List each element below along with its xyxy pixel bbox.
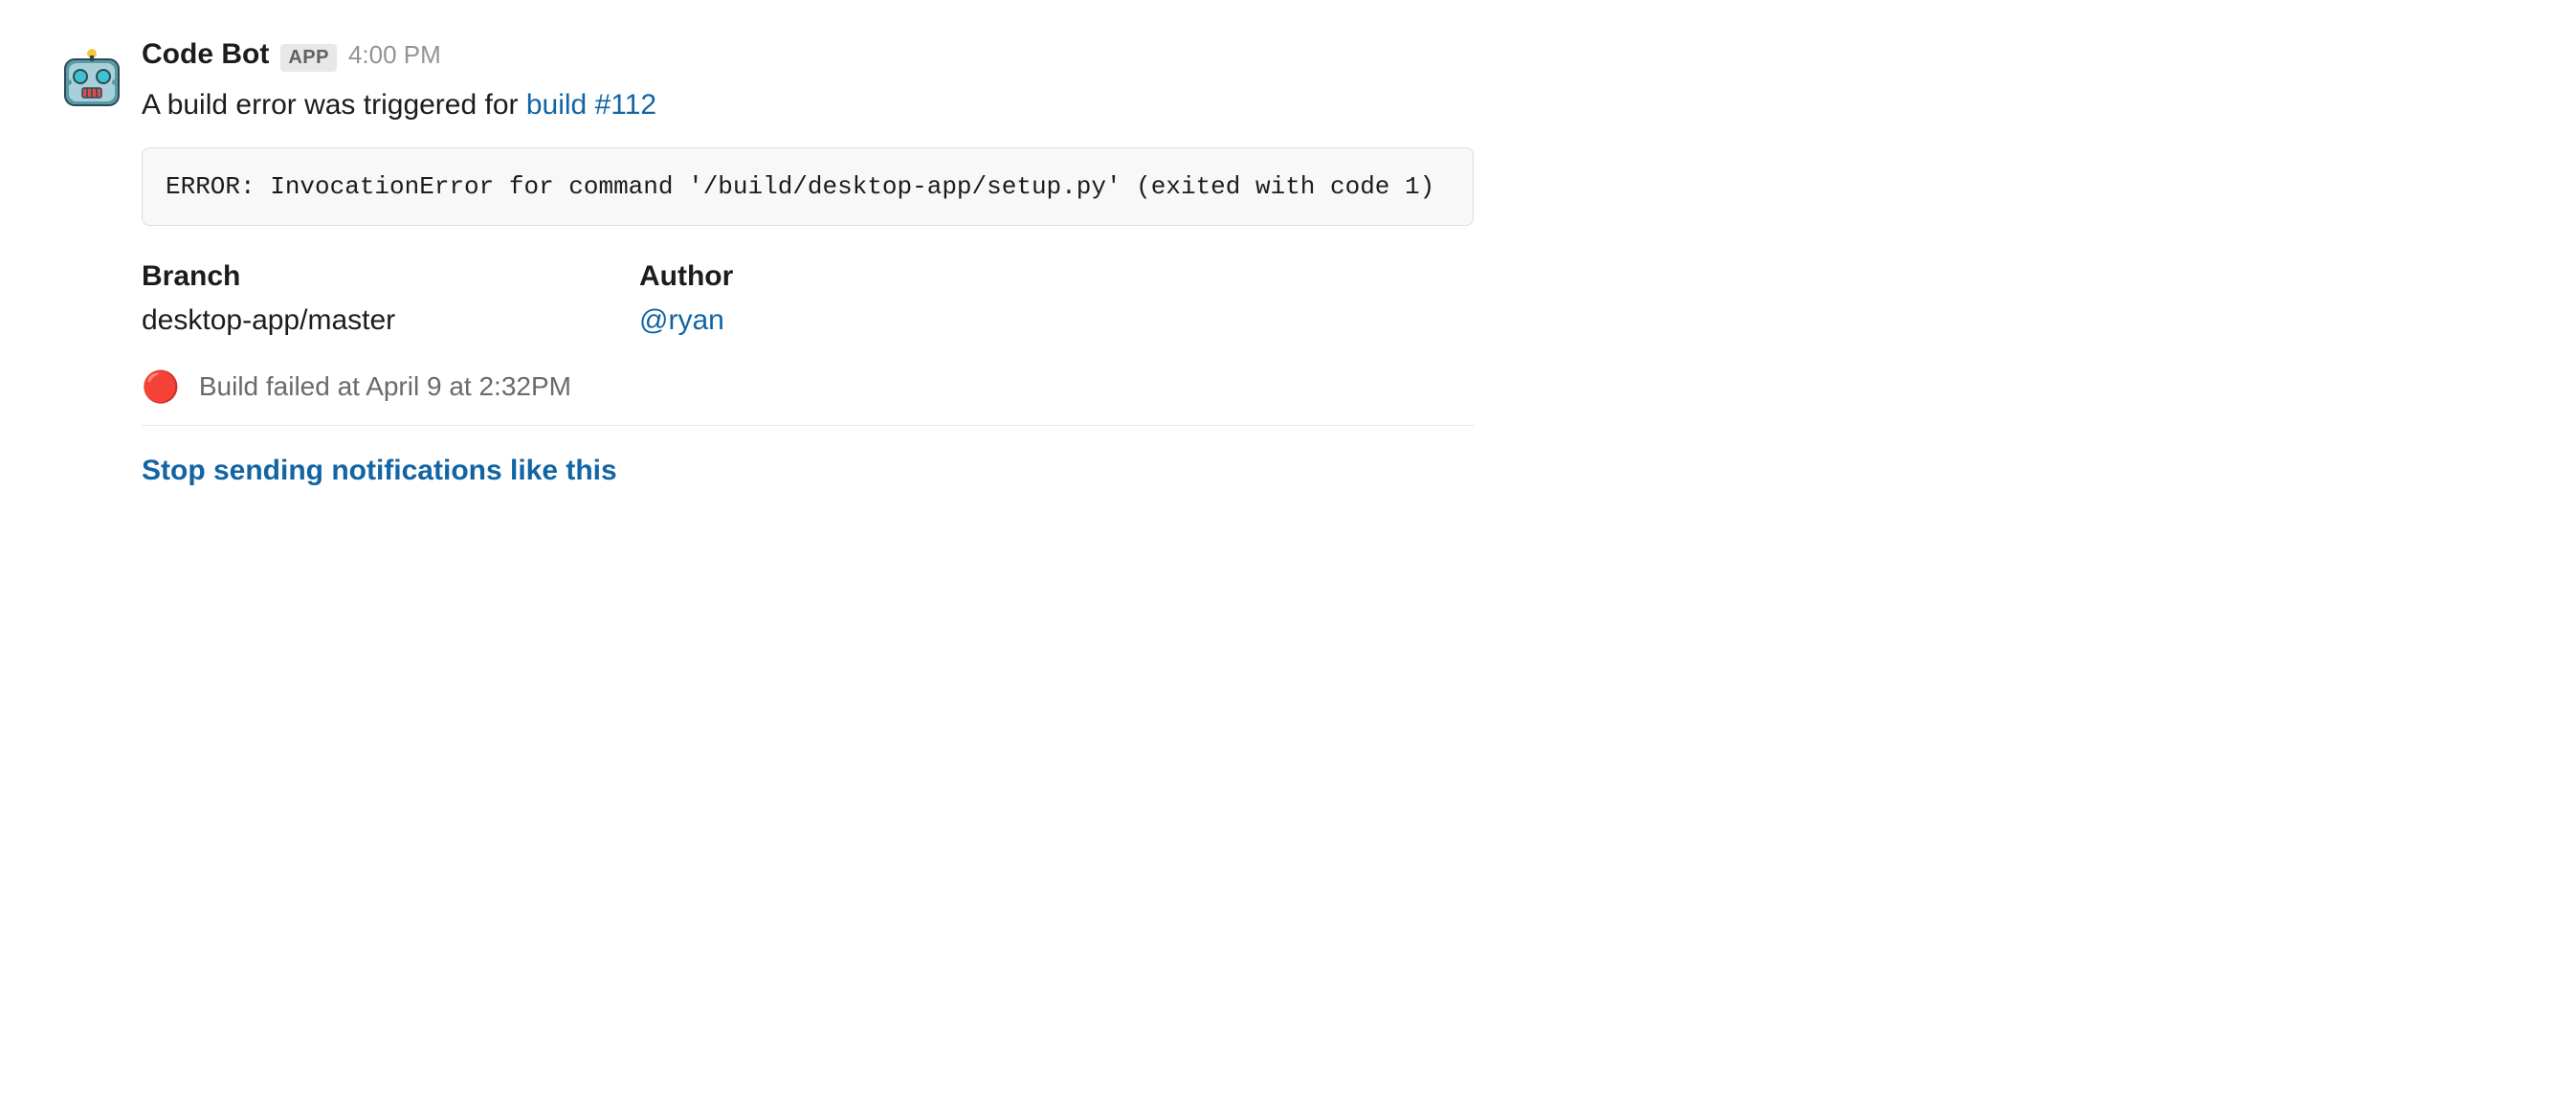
- build-link[interactable]: build #112: [526, 89, 656, 121]
- field-branch-value: desktop-app/master: [142, 304, 563, 337]
- red-circle-icon: 🔴: [142, 371, 180, 402]
- field-branch: Branch desktop-app/master: [142, 260, 563, 337]
- sender-avatar[interactable]: [57, 44, 126, 113]
- message-timestamp[interactable]: 4:00 PM: [348, 40, 441, 70]
- stop-notifications-link[interactable]: Stop sending notifications like this: [142, 455, 617, 486]
- fields-section: Branch desktop-app/master Author @ryan: [142, 260, 1474, 337]
- author-mention-link[interactable]: @ryan: [639, 304, 724, 336]
- status-line: 🔴 Build failed at April 9 at 2:32PM: [142, 371, 1474, 402]
- field-author: Author @ryan: [639, 260, 1060, 337]
- status-text: Build failed at April 9 at 2:32PM: [199, 371, 571, 402]
- message-header: Code Bot APP 4:00 PM: [142, 38, 1474, 72]
- sender-name[interactable]: Code Bot: [142, 38, 269, 71]
- divider: [142, 425, 1474, 426]
- message-container: Code Bot APP 4:00 PM A build error was t…: [57, 38, 1474, 487]
- field-author-title: Author: [639, 260, 1060, 293]
- message-text: A build error was triggered for build #1…: [142, 83, 1474, 126]
- message-text-prefix: A build error was triggered for: [142, 89, 526, 121]
- message-content: Code Bot APP 4:00 PM A build error was t…: [142, 38, 1474, 487]
- app-badge: APP: [280, 44, 337, 72]
- error-code-block: ERROR: InvocationError for command '/bui…: [142, 147, 1474, 226]
- field-branch-title: Branch: [142, 260, 563, 293]
